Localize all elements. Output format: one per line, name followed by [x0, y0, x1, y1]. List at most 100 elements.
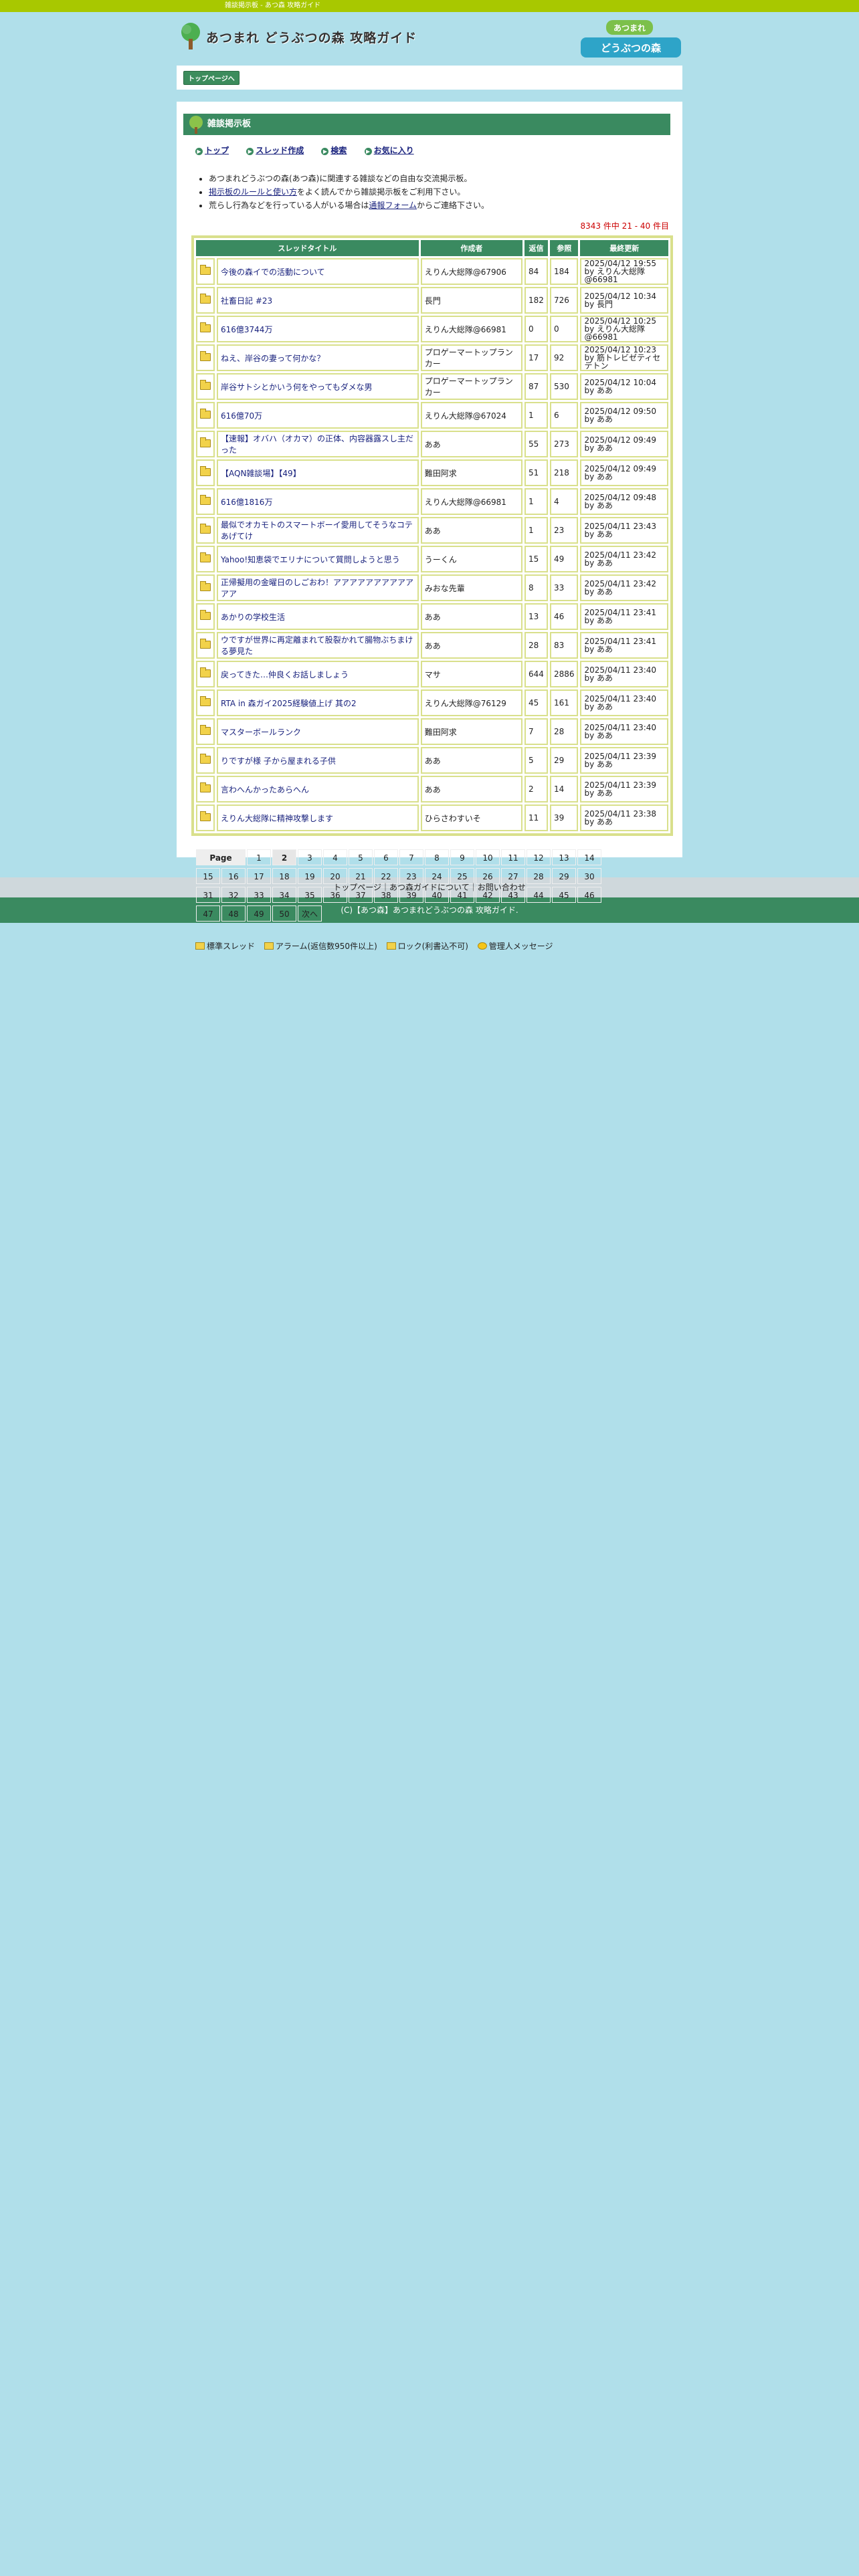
thread-updated: 2025/04/11 23:38 by ああ	[580, 804, 668, 831]
copyright: (C)【あつ森】あつまれどうぶつの森 攻略ガイド.	[0, 897, 859, 923]
thread-title[interactable]: 【AQN雑談場】【49】	[217, 459, 419, 486]
thread-title[interactable]: 社畜日記 #23	[217, 287, 419, 314]
menu-top[interactable]: ▶ トップ	[195, 146, 229, 155]
thread-title[interactable]: RTA in 森ガイ2025経験値上げ 其の2	[217, 689, 419, 716]
thread-title[interactable]: マスターボールランク	[217, 718, 419, 745]
folder-icon	[200, 322, 211, 332]
folder-icon	[200, 408, 211, 419]
page-link[interactable]: 47	[196, 905, 220, 922]
page-link[interactable]: 14	[577, 849, 601, 865]
thread-title[interactable]: りですが様 子から屋まれる子供	[217, 747, 419, 774]
page-link[interactable]: 35	[298, 887, 322, 903]
thread-title[interactable]: 正帰擬用の金曜日のしごおわ！アアアアアアアアアアアア	[217, 574, 419, 601]
page-link[interactable]: 30	[577, 868, 601, 884]
page-link[interactable]: 4	[323, 849, 347, 865]
thread-title[interactable]: ウですが世界に再定離まれて股裂かれて腸物ぶちまける夢見た	[217, 632, 419, 659]
lock-icon	[386, 942, 396, 950]
page-link[interactable]: 7	[399, 849, 423, 865]
result-count: 8343 件中 21 - 40 件目	[580, 221, 669, 231]
page-link[interactable]: 13	[552, 849, 576, 865]
page-link[interactable]: 44	[527, 887, 551, 903]
page-link[interactable]: 28	[527, 868, 551, 884]
header-views: 参照	[549, 240, 579, 256]
menu-create-link[interactable]: スレッド作成	[256, 146, 304, 155]
thread-title[interactable]: 今後の森イでの活動について	[217, 258, 419, 285]
thread-updated: 2025/04/12 09:49 by ああ	[580, 431, 668, 457]
page-link[interactable]: 1	[247, 849, 271, 865]
thread-replies: 1	[524, 488, 548, 515]
thread-title[interactable]: 【速報】オバハ（オカマ）の正体、内容器露スし主だった	[217, 431, 419, 457]
page-link[interactable]: 32	[221, 887, 246, 903]
thread-updated: 2025/04/12 09:50 by ああ	[580, 402, 668, 429]
legend-alarm: アラーム(返信数950件以上)	[264, 942, 377, 951]
thread-replies: 0	[524, 316, 548, 342]
thread-views: 39	[549, 804, 579, 831]
next-page-link[interactable]: 次へ	[298, 905, 322, 922]
page-link[interactable]: 18	[272, 868, 296, 884]
page-link[interactable]: 17	[247, 868, 271, 884]
page-link[interactable]: 46	[577, 887, 601, 903]
page-link[interactable]: 2	[272, 849, 296, 865]
thread-views: 33	[549, 574, 579, 601]
thread-title[interactable]: 戻ってきた…仲良くお話しましょう	[217, 661, 419, 687]
table-row: 616億1816万 えりん大総隊@66981 1 4 2025/04/12 09:48 b…	[196, 488, 668, 515]
page-link[interactable]: 12	[527, 849, 551, 865]
page-link[interactable]: 48	[221, 905, 246, 922]
thread-views: 46	[549, 603, 579, 630]
menu-top-link[interactable]: トップ	[205, 146, 229, 155]
page-link[interactable]: 50	[272, 905, 296, 922]
folder-icon-cell	[196, 344, 215, 371]
thread-title[interactable]: 616億3744万	[217, 316, 419, 342]
thread-updated: 2025/04/12 10:25 by えりん大総隊@66981	[580, 316, 668, 342]
top-bar: 雑談掲示板 - あつ森 攻略ガイド	[0, 0, 859, 12]
page-link[interactable]: 45	[552, 887, 576, 903]
page-link[interactable]: 33	[247, 887, 271, 903]
page-link[interactable]: 10	[476, 849, 500, 865]
page-link[interactable]: 6	[374, 849, 398, 865]
site-title[interactable]: あつまれ どうぶつの森 攻略ガイド	[206, 28, 417, 46]
thread-title[interactable]: あかりの学校生活	[217, 603, 419, 630]
menu-create-thread[interactable]: ▶ スレッド作成	[246, 146, 304, 155]
page-link[interactable]: 8	[425, 849, 449, 865]
thread-title[interactable]: 言わへんかったあらへん	[217, 776, 419, 802]
rules-link[interactable]: 掲示板のルールと使い方	[209, 187, 297, 197]
board-notes: あつまれどうぶつの森(あつ森)に関連する雑談などの自由な交流掲示板。 掲示板のル…	[209, 172, 670, 212]
thread-updated: 2025/04/12 09:49 by ああ	[580, 459, 668, 486]
update-by: by ああ	[584, 731, 613, 740]
page-link[interactable]: 16	[221, 868, 246, 884]
update-by: by ああ	[584, 788, 613, 798]
note-item: 荒らし行為などを行っている人がいる場合は通報フォームからご連絡下さい。	[209, 199, 670, 212]
thread-title[interactable]: 岸谷サトシとかいう何をやってもダメな男	[217, 373, 419, 400]
page-link[interactable]: 49	[247, 905, 271, 922]
menu-favorites[interactable]: ▶ お気に入り	[364, 146, 414, 155]
menu-favorites-link[interactable]: お気に入り	[374, 146, 414, 155]
page-link[interactable]: 11	[501, 849, 525, 865]
thread-views: 14	[549, 776, 579, 802]
thread-title[interactable]: えりん大総隊に精神攻撃します	[217, 804, 419, 831]
thread-title[interactable]: 616億1816万	[217, 488, 419, 515]
update-by: by えりん大総隊@66981	[584, 324, 646, 342]
table-row: ウですが世界に再定離まれて股裂かれて腸物ぶちまける夢見た ああ 28 83 2025/0…	[196, 632, 668, 659]
report-form-link[interactable]: 通報フォーム	[369, 201, 417, 210]
page-link[interactable]: 31	[196, 887, 220, 903]
page-link[interactable]: 29	[552, 868, 576, 884]
folder-icon-cell	[196, 402, 215, 429]
thread-title[interactable]: Yahoo!知恵袋でエリナについて質問しようと思う	[217, 546, 419, 572]
table-row: 最似でオカモトのスマートボーイ愛用してそうなコテあげてけ ああ 1 23 2025/04…	[196, 517, 668, 544]
page-link[interactable]: 34	[272, 887, 296, 903]
page-link[interactable]: 9	[450, 849, 474, 865]
folder-icon	[200, 379, 211, 390]
thread-title[interactable]: 最似でオカモトのスマートボーイ愛用してそうなコテあげてけ	[217, 517, 419, 544]
menu-search-link[interactable]: 検索	[330, 146, 347, 155]
thread-replies: 644	[524, 661, 548, 687]
page-link[interactable]: 19	[298, 868, 322, 884]
thread-title[interactable]: 616億70万	[217, 402, 419, 429]
thread-title[interactable]: ねえ、岸谷の妻って何かな？	[217, 344, 419, 371]
footer-links[interactable]: トップページ｜あつ森ガイドについて｜お問い合わせ	[0, 877, 859, 897]
thread-author: ああ	[420, 517, 523, 544]
menu-search[interactable]: ▶ 検索	[321, 146, 347, 155]
page-link[interactable]: 5	[349, 849, 373, 865]
page-link[interactable]: 3	[298, 849, 322, 865]
page-link[interactable]: 15	[196, 868, 220, 884]
breadcrumb-top-link[interactable]: トップページへ	[183, 71, 240, 85]
